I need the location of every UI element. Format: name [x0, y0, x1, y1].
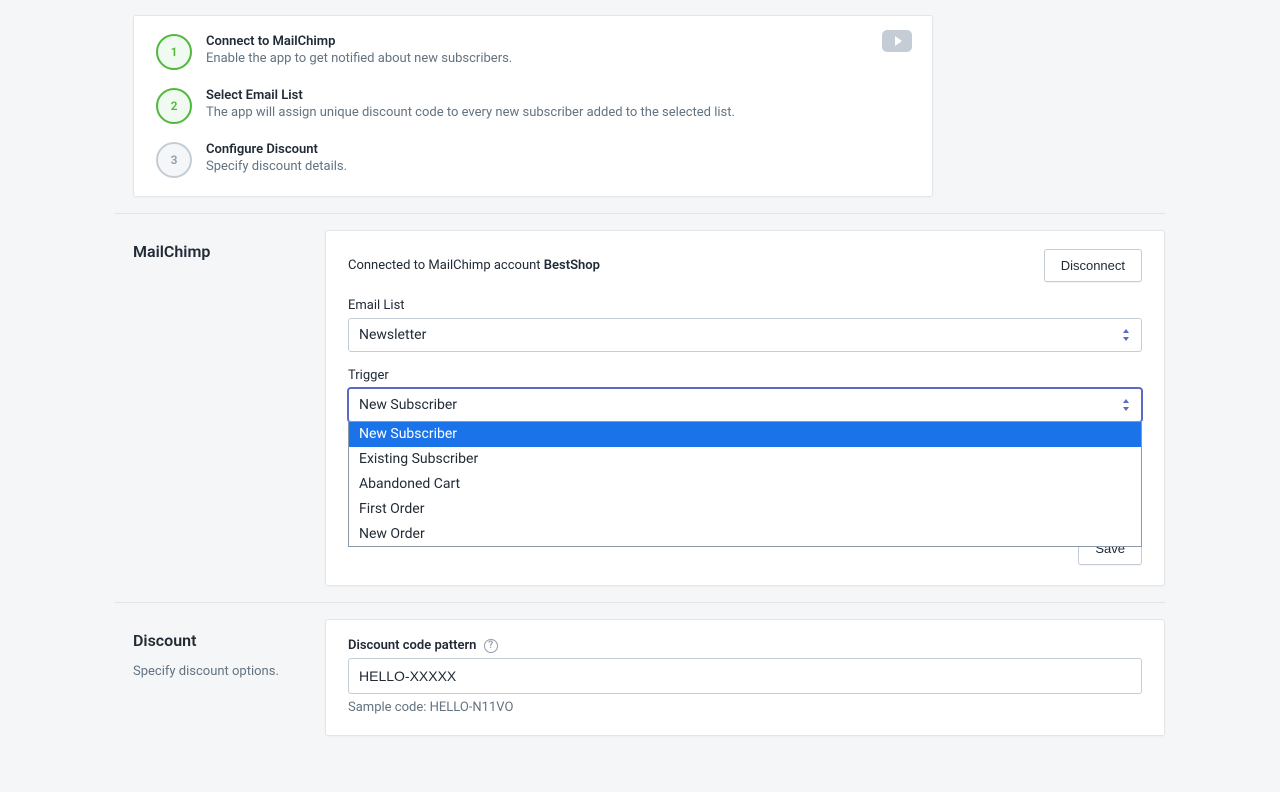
step-1: 1 Connect to MailChimp Enable the app to… — [156, 34, 910, 70]
step-title: Configure Discount — [206, 142, 347, 157]
trigger-option[interactable]: New Order — [349, 522, 1141, 547]
connected-prefix: Connected to MailChimp account — [348, 258, 544, 273]
disconnect-button[interactable]: Disconnect — [1044, 249, 1142, 282]
discount-pattern-label-text: Discount code pattern — [348, 638, 476, 653]
step-number-badge: 2 — [156, 88, 192, 124]
section-title: Discount — [133, 631, 325, 650]
step-desc: The app will assign unique discount code… — [206, 105, 735, 120]
email-list-select[interactable]: Newsletter — [348, 318, 1142, 352]
step-title: Select Email List — [206, 88, 735, 103]
account-name: BestShop — [544, 258, 600, 273]
select-caret-icon — [1121, 328, 1131, 342]
discount-section: Discount Specify discount options. Disco… — [115, 603, 1165, 752]
trigger-select[interactable]: New Subscriber New Subscriber Existing S… — [348, 388, 1142, 422]
email-list-label: Email List — [348, 298, 1142, 313]
sample-code-text: Sample code: HELLO-N11VO — [348, 700, 1142, 715]
step-desc: Specify discount details. — [206, 159, 347, 174]
discount-pattern-input[interactable] — [348, 658, 1142, 694]
step-number-badge: 3 — [156, 142, 192, 178]
step-3: 3 Configure Discount Specify discount de… — [156, 142, 910, 178]
trigger-value: New Subscriber — [359, 397, 457, 413]
section-title: MailChimp — [133, 242, 325, 261]
mailchimp-section: MailChimp Connected to MailChimp account… — [115, 214, 1165, 602]
trigger-option[interactable]: New Subscriber — [349, 422, 1141, 447]
step-desc: Enable the app to get notified about new… — [206, 51, 512, 66]
youtube-icon[interactable] — [882, 30, 912, 52]
step-number-badge: 1 — [156, 34, 192, 70]
trigger-dropdown: New Subscriber Existing Subscriber Aband… — [348, 421, 1142, 547]
help-icon[interactable]: ? — [484, 639, 498, 653]
trigger-label: Trigger — [348, 368, 1142, 383]
trigger-option[interactable]: Abandoned Cart — [349, 472, 1141, 497]
connected-status: Connected to MailChimp account BestShop — [348, 258, 600, 273]
step-2: 2 Select Email List The app will assign … — [156, 88, 910, 124]
select-caret-icon — [1121, 398, 1131, 412]
trigger-option[interactable]: Existing Subscriber — [349, 447, 1141, 472]
mailchimp-card: Connected to MailChimp account BestShop … — [325, 230, 1165, 586]
step-title: Connect to MailChimp — [206, 34, 512, 49]
discount-card: Discount code pattern ? Sample code: HEL… — [325, 619, 1165, 736]
trigger-option[interactable]: First Order — [349, 497, 1141, 522]
section-desc: Specify discount options. — [133, 662, 325, 682]
onboarding-steps-card: 1 Connect to MailChimp Enable the app to… — [133, 15, 933, 197]
email-list-value: Newsletter — [359, 327, 426, 343]
discount-pattern-label: Discount code pattern ? — [348, 638, 1142, 653]
